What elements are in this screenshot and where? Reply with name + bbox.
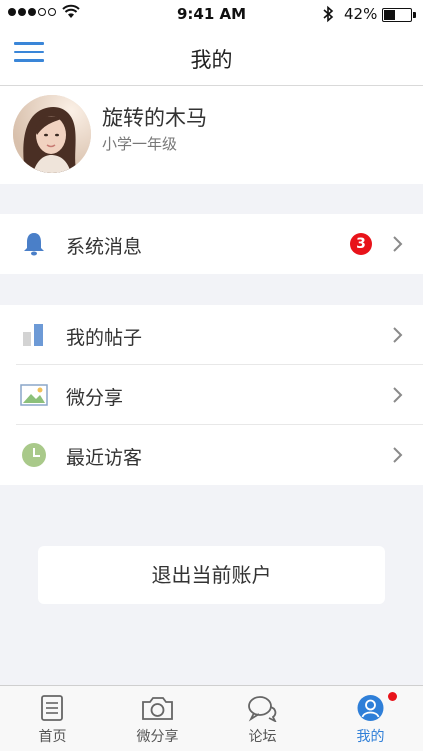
list-item-my-posts[interactable]: 我的帖子: [0, 305, 423, 365]
user-icon: [357, 695, 384, 721]
tab-forum[interactable]: 论坛: [210, 686, 315, 751]
camera-icon: [142, 697, 173, 720]
chat-bubbles-icon: [248, 696, 277, 722]
list-item-micro-share[interactable]: 微分享: [0, 365, 423, 425]
tab-micro-share[interactable]: 微分享: [105, 686, 210, 751]
list-item-label: 系统消息: [66, 236, 143, 258]
image-icon: [20, 384, 48, 406]
profile-header[interactable]: 旋转的木马 小学一年级: [0, 86, 423, 184]
tab-label: 首页: [38, 729, 67, 745]
tab-label: 我的: [356, 729, 385, 745]
bar-chart-icon: [23, 324, 43, 346]
list-item-system-messages[interactable]: 系统消息 3: [0, 214, 423, 274]
avatar[interactable]: [13, 95, 91, 173]
bluetooth-icon: [323, 5, 334, 23]
tab-label: 论坛: [248, 729, 277, 745]
clock-icon: [22, 443, 46, 467]
messages-section: 系统消息 3: [0, 214, 423, 274]
unread-badge: 3: [350, 233, 372, 255]
list-item-label: 我的帖子: [66, 327, 143, 349]
list-item-recent-visitors[interactable]: 最近访客: [0, 425, 423, 485]
page-title: 我的: [190, 48, 233, 72]
tab-mine[interactable]: 我的: [318, 686, 423, 751]
tab-home[interactable]: 首页: [0, 686, 105, 751]
tab-bar: 首页 微分享 论坛 我的: [0, 685, 423, 751]
document-icon: [41, 695, 63, 721]
profile-grade: 小学一年级: [102, 135, 178, 153]
list-item-label: 最近访客: [66, 447, 143, 469]
tab-label: 微分享: [136, 729, 179, 745]
chevron-right-icon: [393, 447, 403, 463]
status-bar: 9:41 AM 42%: [0, 0, 423, 30]
profile-name: 旋转的木马: [102, 106, 207, 130]
bell-icon: [24, 233, 44, 256]
notification-dot: [388, 692, 397, 701]
battery-icon: [382, 8, 416, 22]
chevron-right-icon: [393, 387, 403, 403]
navigation-bar: 我的: [0, 30, 423, 86]
list-item-label: 微分享: [66, 387, 124, 409]
activity-section: 我的帖子 微分享 最近访客: [0, 305, 423, 485]
chevron-right-icon: [393, 327, 403, 343]
battery-percent: 42%: [344, 5, 378, 23]
logout-button[interactable]: 退出当前账户: [38, 546, 385, 604]
chevron-right-icon: [393, 236, 403, 252]
